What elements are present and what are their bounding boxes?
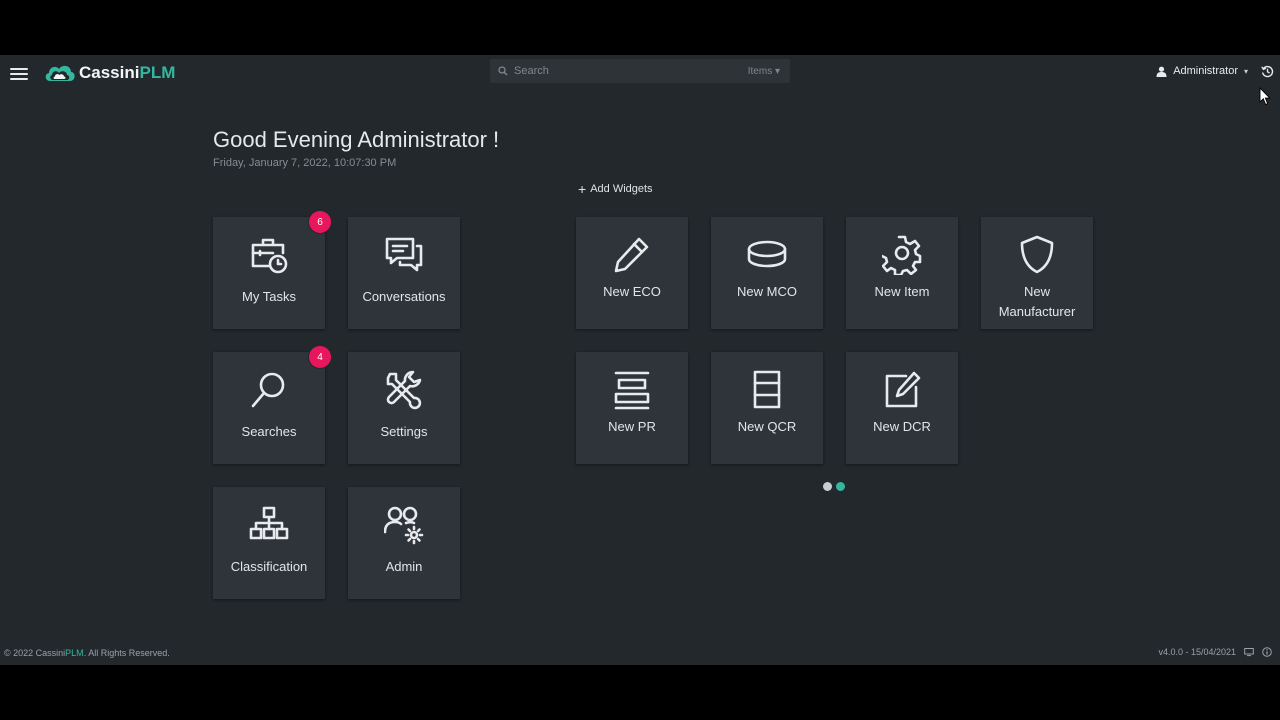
tile-new-eco[interactable]: New ECO <box>576 217 688 329</box>
tile-label: Conversations <box>362 289 446 304</box>
menu-icon[interactable] <box>10 65 28 81</box>
list-box-icon <box>747 370 787 410</box>
tile-label: New <box>1023 284 1050 299</box>
tile-new-item[interactable]: New Item <box>846 217 958 329</box>
tools-icon <box>384 370 424 410</box>
search-icon <box>498 66 508 76</box>
tile-label: Admin <box>385 559 423 574</box>
info-icon[interactable] <box>1262 647 1272 657</box>
carousel-dot[interactable] <box>836 482 845 491</box>
align-icon <box>612 370 652 410</box>
carousel-dots <box>823 482 845 491</box>
tile-new-pr[interactable]: New PR <box>576 352 688 464</box>
brand-suffix: PLM <box>139 63 176 82</box>
monitor-icon[interactable] <box>1244 647 1254 657</box>
users-gear-icon <box>383 505 424 545</box>
global-search[interactable]: Items ▾ <box>490 59 790 83</box>
history-icon[interactable] <box>1261 65 1274 78</box>
tile-label: Settings <box>380 424 428 439</box>
searches-count-badge: 4 <box>309 346 331 368</box>
add-widgets-button[interactable]: + Add Widgets <box>578 180 653 197</box>
tile-label: New Item <box>874 284 930 299</box>
pencil-icon <box>612 235 652 275</box>
edit-icon <box>882 370 922 410</box>
tile-label: Searches <box>241 424 297 439</box>
mouse-cursor-icon <box>1259 87 1271 106</box>
user-name: Administrator <box>1173 65 1238 77</box>
app-version: v4.0.0 - 15/04/2021 <box>1158 647 1236 657</box>
copyright-prefix: © 2022 Cassini <box>4 648 66 658</box>
page-title: Good Evening Administrator ! <box>213 127 500 152</box>
add-widgets-label: Add Widgets <box>590 183 653 195</box>
user-icon <box>1156 66 1167 77</box>
footer-version-area: v4.0.0 - 15/04/2021 <box>1158 647 1272 657</box>
tile-new-mco[interactable]: New MCO <box>711 217 823 329</box>
tile-new-dcr[interactable]: New DCR <box>846 352 958 464</box>
plus-icon: + <box>578 180 587 197</box>
tile-admin[interactable]: Admin <box>348 487 460 599</box>
shield-icon <box>1017 235 1057 275</box>
tile-settings[interactable]: Settings <box>348 352 460 464</box>
tile-label: New DCR <box>873 419 931 434</box>
app-logo[interactable]: Cassini PLM <box>43 61 175 85</box>
hierarchy-icon <box>249 505 289 545</box>
tasks-icon <box>249 235 289 275</box>
tile-label: New ECO <box>603 284 661 299</box>
tile-label-line2: Manufacturer <box>998 304 1076 319</box>
conversations-icon <box>384 235 424 275</box>
tile-conversations[interactable]: Conversations <box>348 217 460 329</box>
chevron-down-icon: ▾ <box>1243 66 1248 76</box>
copyright-brand: PLM <box>65 648 84 658</box>
tile-new-manufacturer[interactable]: New Manufacturer <box>981 217 1093 329</box>
cloud-logo-icon <box>45 65 75 81</box>
tile-my-tasks[interactable]: My Tasks 6 <box>213 211 331 329</box>
tile-label: New PR <box>608 419 656 434</box>
copyright-suffix: . All Rights Reserved. <box>83 648 170 658</box>
tile-label: Classification <box>230 559 308 574</box>
app-screen: CassiniPLM Items ▾ Administrator ▾ Good … <box>0 55 1280 665</box>
footer-copyright: © 2022 CassiniPLM. All Rights Reserved. <box>4 648 170 658</box>
tile-label: My Tasks <box>242 289 296 304</box>
tasks-count-badge: 6 <box>309 211 331 233</box>
user-menu[interactable]: Administrator ▾ <box>1156 65 1248 77</box>
tile-label: New MCO <box>737 284 797 299</box>
brand-name: Cassini <box>79 63 140 82</box>
tile-new-qcr[interactable]: New QCR <box>711 352 823 464</box>
gear-icon <box>880 235 922 277</box>
database-icon <box>747 235 787 275</box>
tile-classification[interactable]: Classification <box>213 487 325 599</box>
tile-label: New QCR <box>737 419 797 434</box>
search-icon <box>249 370 289 410</box>
tile-searches[interactable]: Searches 4 <box>213 346 331 464</box>
current-datetime: Friday, January 7, 2022, 10:07:30 PM <box>213 157 397 169</box>
search-scope-dropdown[interactable]: Items ▾ <box>748 66 780 77</box>
search-input[interactable] <box>508 64 748 78</box>
carousel-dot[interactable] <box>823 482 832 491</box>
